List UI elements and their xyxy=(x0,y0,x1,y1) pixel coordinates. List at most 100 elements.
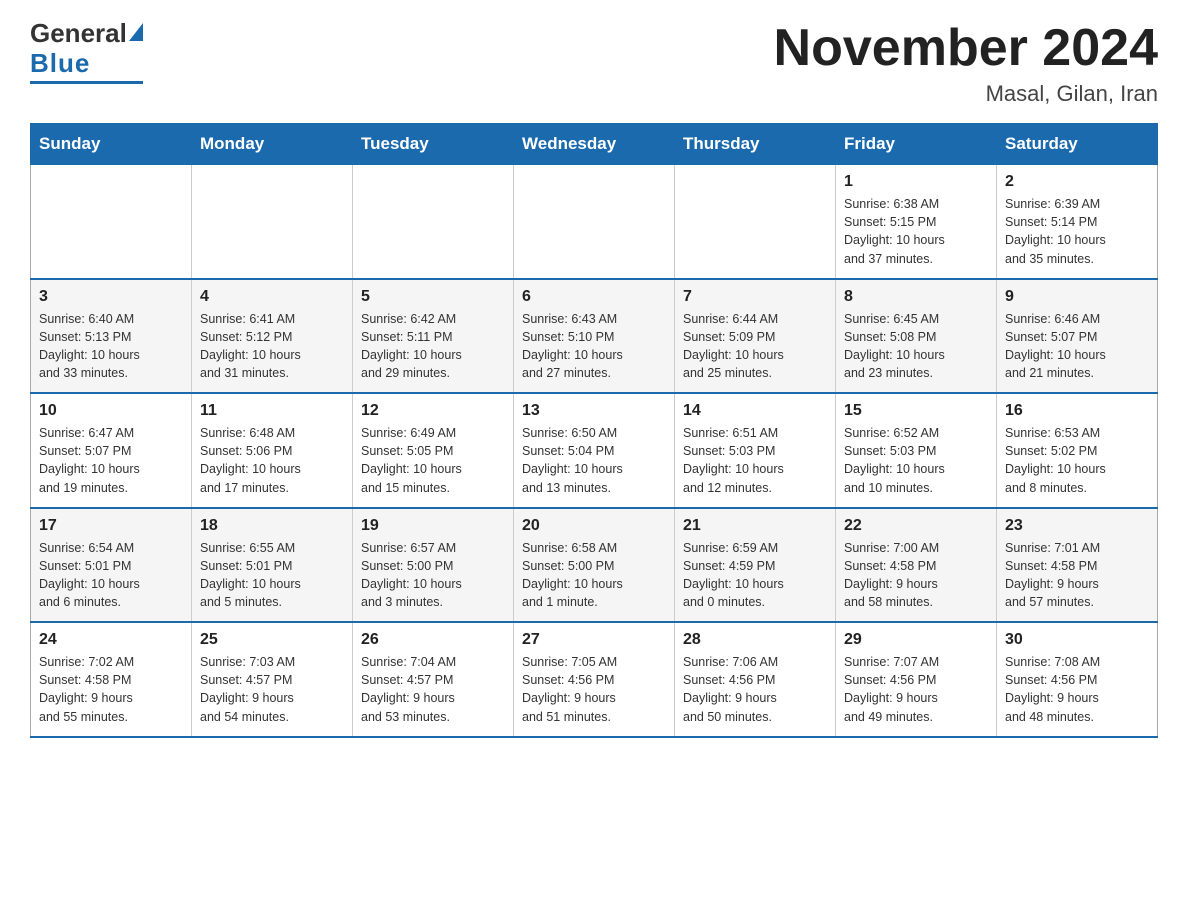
day-info: Sunrise: 6:38 AM Sunset: 5:15 PM Dayligh… xyxy=(844,195,988,268)
day-number: 15 xyxy=(844,402,988,420)
day-number: 7 xyxy=(683,288,827,306)
calendar-cell xyxy=(514,165,675,279)
day-info: Sunrise: 6:45 AM Sunset: 5:08 PM Dayligh… xyxy=(844,310,988,383)
day-number: 13 xyxy=(522,402,666,420)
day-info: Sunrise: 6:46 AM Sunset: 5:07 PM Dayligh… xyxy=(1005,310,1149,383)
day-number: 17 xyxy=(39,517,183,535)
calendar-cell: 21 Sunrise: 6:59 AM Sunset: 4:59 PM Dayli… xyxy=(675,508,836,623)
day-info: Sunrise: 6:54 AM Sunset: 5:01 PM Dayligh… xyxy=(39,539,183,612)
calendar-week-row: 17 Sunrise: 6:54 AM Sunset: 5:01 PM Dayli… xyxy=(31,508,1158,623)
calendar-cell: 18 Sunrise: 6:55 AM Sunset: 5:01 PM Dayli… xyxy=(192,508,353,623)
day-info: Sunrise: 6:42 AM Sunset: 5:11 PM Dayligh… xyxy=(361,310,505,383)
calendar-cell: 11Sunrise: 6:48 AM Sunset: 5:06 PM Dayli… xyxy=(192,393,353,508)
day-header-sunday: Sunday xyxy=(31,124,192,165)
calendar-cell: 2 Sunrise: 6:39 AM Sunset: 5:14 PM Daylig… xyxy=(997,165,1158,279)
day-number: 24 xyxy=(39,631,183,649)
day-info: Sunrise: 6:41 AM Sunset: 5:12 PM Dayligh… xyxy=(200,310,344,383)
day-info: Sunrise: 6:57 AM Sunset: 5:00 PM Dayligh… xyxy=(361,539,505,612)
day-info: Sunrise: 6:49 AM Sunset: 5:05 PM Dayligh… xyxy=(361,424,505,497)
calendar-cell xyxy=(353,165,514,279)
calendar-cell: 8 Sunrise: 6:45 AM Sunset: 5:08 PM Daylig… xyxy=(836,279,997,394)
logo-blue-text: Blue xyxy=(30,48,90,79)
day-info: Sunrise: 6:40 AM Sunset: 5:13 PM Dayligh… xyxy=(39,310,183,383)
day-info: Sunrise: 6:59 AM Sunset: 4:59 PM Dayligh… xyxy=(683,539,827,612)
calendar-cell: 7 Sunrise: 6:44 AM Sunset: 5:09 PM Daylig… xyxy=(675,279,836,394)
day-info: Sunrise: 6:58 AM Sunset: 5:00 PM Dayligh… xyxy=(522,539,666,612)
day-info: Sunrise: 6:55 AM Sunset: 5:01 PM Dayligh… xyxy=(200,539,344,612)
day-number: 26 xyxy=(361,631,505,649)
calendar-week-row: 3 Sunrise: 6:40 AM Sunset: 5:13 PM Daylig… xyxy=(31,279,1158,394)
day-header-thursday: Thursday xyxy=(675,124,836,165)
day-info: Sunrise: 6:53 AM Sunset: 5:02 PM Dayligh… xyxy=(1005,424,1149,497)
day-number: 6 xyxy=(522,288,666,306)
location-subtitle: Masal, Gilan, Iran xyxy=(774,81,1158,107)
logo-triangle-icon xyxy=(129,23,143,41)
calendar-cell: 30Sunrise: 7:08 AM Sunset: 4:56 PM Dayli… xyxy=(997,622,1158,737)
logo-underline xyxy=(30,81,143,84)
calendar-cell: 20Sunrise: 6:58 AM Sunset: 5:00 PM Dayli… xyxy=(514,508,675,623)
calendar-cell: 19Sunrise: 6:57 AM Sunset: 5:00 PM Dayli… xyxy=(353,508,514,623)
day-number: 11 xyxy=(200,402,344,420)
day-info: Sunrise: 6:43 AM Sunset: 5:10 PM Dayligh… xyxy=(522,310,666,383)
day-number: 14 xyxy=(683,402,827,420)
calendar-cell: 15 Sunrise: 6:52 AM Sunset: 5:03 PM Dayli… xyxy=(836,393,997,508)
day-number: 2 xyxy=(1005,173,1149,191)
day-header-wednesday: Wednesday xyxy=(514,124,675,165)
day-info: Sunrise: 7:00 AM Sunset: 4:58 PM Dayligh… xyxy=(844,539,988,612)
day-header-tuesday: Tuesday xyxy=(353,124,514,165)
day-info: Sunrise: 7:05 AM Sunset: 4:56 PM Dayligh… xyxy=(522,653,666,726)
day-number: 8 xyxy=(844,288,988,306)
day-info: Sunrise: 6:51 AM Sunset: 5:03 PM Dayligh… xyxy=(683,424,827,497)
calendar-cell: 23 Sunrise: 7:01 AM Sunset: 4:58 PM Dayli… xyxy=(997,508,1158,623)
day-number: 29 xyxy=(844,631,988,649)
day-info: Sunrise: 6:50 AM Sunset: 5:04 PM Dayligh… xyxy=(522,424,666,497)
calendar-cell xyxy=(675,165,836,279)
day-number: 23 xyxy=(1005,517,1149,535)
day-info: Sunrise: 7:08 AM Sunset: 4:56 PM Dayligh… xyxy=(1005,653,1149,726)
calendar-cell: 14 Sunrise: 6:51 AM Sunset: 5:03 PM Dayli… xyxy=(675,393,836,508)
page-header: General Blue November 2024 Masal, Gilan,… xyxy=(30,20,1158,107)
calendar-week-row: 24 Sunrise: 7:02 AM Sunset: 4:58 PM Dayli… xyxy=(31,622,1158,737)
month-title: November 2024 xyxy=(774,20,1158,77)
day-number: 16 xyxy=(1005,402,1149,420)
day-info: Sunrise: 7:03 AM Sunset: 4:57 PM Dayligh… xyxy=(200,653,344,726)
day-info: Sunrise: 6:39 AM Sunset: 5:14 PM Dayligh… xyxy=(1005,195,1149,268)
logo: General Blue xyxy=(30,20,143,84)
day-info: Sunrise: 6:44 AM Sunset: 5:09 PM Dayligh… xyxy=(683,310,827,383)
calendar-cell xyxy=(31,165,192,279)
day-header-friday: Friday xyxy=(836,124,997,165)
calendar-cell: 13 Sunrise: 6:50 AM Sunset: 5:04 PM Dayli… xyxy=(514,393,675,508)
calendar-cell: 16 Sunrise: 6:53 AM Sunset: 5:02 PM Dayli… xyxy=(997,393,1158,508)
calendar-cell: 3 Sunrise: 6:40 AM Sunset: 5:13 PM Daylig… xyxy=(31,279,192,394)
calendar-cell: 1Sunrise: 6:38 AM Sunset: 5:15 PM Daylig… xyxy=(836,165,997,279)
day-number: 5 xyxy=(361,288,505,306)
day-info: Sunrise: 6:52 AM Sunset: 5:03 PM Dayligh… xyxy=(844,424,988,497)
day-number: 12 xyxy=(361,402,505,420)
day-number: 3 xyxy=(39,288,183,306)
day-number: 27 xyxy=(522,631,666,649)
day-number: 4 xyxy=(200,288,344,306)
calendar-cell: 25Sunrise: 7:03 AM Sunset: 4:57 PM Dayli… xyxy=(192,622,353,737)
calendar-header-row: SundayMondayTuesdayWednesdayThursdayFrid… xyxy=(31,124,1158,165)
day-number: 18 xyxy=(200,517,344,535)
day-number: 10 xyxy=(39,402,183,420)
calendar-cell: 28Sunrise: 7:06 AM Sunset: 4:56 PM Dayli… xyxy=(675,622,836,737)
day-info: Sunrise: 7:01 AM Sunset: 4:58 PM Dayligh… xyxy=(1005,539,1149,612)
day-header-saturday: Saturday xyxy=(997,124,1158,165)
calendar-cell: 26 Sunrise: 7:04 AM Sunset: 4:57 PM Dayli… xyxy=(353,622,514,737)
calendar-week-row: 1Sunrise: 6:38 AM Sunset: 5:15 PM Daylig… xyxy=(31,165,1158,279)
title-area: November 2024 Masal, Gilan, Iran xyxy=(774,20,1158,107)
day-number: 22 xyxy=(844,517,988,535)
calendar-cell: 22 Sunrise: 7:00 AM Sunset: 4:58 PM Dayli… xyxy=(836,508,997,623)
calendar-cell: 12 Sunrise: 6:49 AM Sunset: 5:05 PM Dayli… xyxy=(353,393,514,508)
logo-general-text: General xyxy=(30,20,127,46)
calendar-cell: 27 Sunrise: 7:05 AM Sunset: 4:56 PM Dayli… xyxy=(514,622,675,737)
day-info: Sunrise: 7:07 AM Sunset: 4:56 PM Dayligh… xyxy=(844,653,988,726)
day-info: Sunrise: 7:04 AM Sunset: 4:57 PM Dayligh… xyxy=(361,653,505,726)
day-info: Sunrise: 7:02 AM Sunset: 4:58 PM Dayligh… xyxy=(39,653,183,726)
calendar-table: SundayMondayTuesdayWednesdayThursdayFrid… xyxy=(30,123,1158,738)
calendar-cell: 24 Sunrise: 7:02 AM Sunset: 4:58 PM Dayli… xyxy=(31,622,192,737)
day-number: 9 xyxy=(1005,288,1149,306)
calendar-cell: 6 Sunrise: 6:43 AM Sunset: 5:10 PM Daylig… xyxy=(514,279,675,394)
day-number: 21 xyxy=(683,517,827,535)
